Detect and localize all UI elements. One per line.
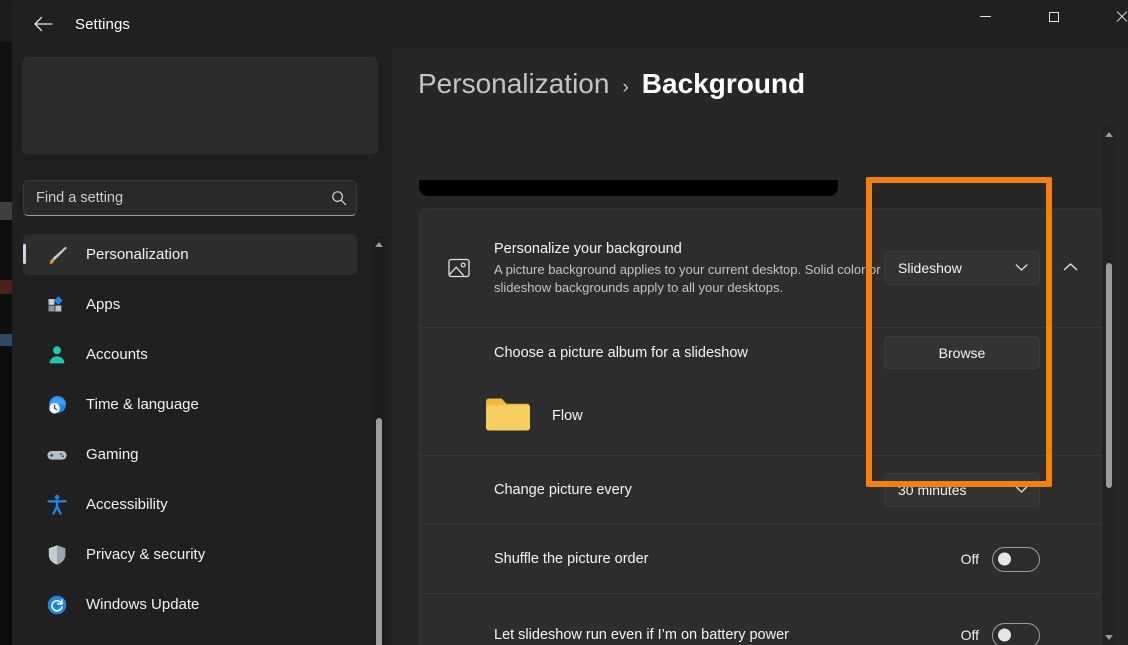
sidebar-item-label: Accounts: [86, 346, 148, 363]
personalize-background-row: Personalize your background A picture ba…: [420, 209, 1106, 327]
sidebar-item-accounts[interactable]: Accounts: [23, 334, 357, 375]
sidebar-item-label: Apps: [86, 296, 121, 313]
shuffle-picture-order-row: Shuffle the picture order Off: [420, 524, 1106, 593]
selected-album-name: Flow: [552, 408, 583, 424]
choose-album-title: Choose a picture album for a slideshow: [494, 344, 748, 361]
folder-icon: [484, 395, 532, 438]
sidebar-item-label: Privacy & security: [86, 546, 206, 563]
sidebar-item-privacy-security[interactable]: Privacy & security: [23, 534, 357, 575]
search-input[interactable]: [24, 190, 322, 206]
apps-grid-icon: [37, 285, 77, 325]
breadcrumb: Personalization › Background: [418, 68, 805, 100]
scroll-clip-mask: [412, 130, 1112, 180]
shuffle-toggle-group: Off: [961, 541, 1088, 577]
choose-album-row: Choose a picture album for a slideshow B…: [420, 327, 1106, 377]
sidebar-nav-list: Personalization Apps Accounts Time & lan…: [23, 234, 357, 645]
minimize-icon[interactable]: [962, 0, 1008, 33]
settings-cards: Personalize your background A picture ba…: [419, 208, 1107, 645]
battery-toggle-state: Off: [960, 627, 979, 643]
sidebar-item-label: Windows Update: [86, 596, 200, 613]
main-content: Personalization › Background Personalize…: [392, 48, 1128, 645]
sidebar-item-label: Personalization: [86, 246, 189, 263]
sidebar-item-time-language[interactable]: Time & language: [23, 384, 357, 425]
personalize-background-description: A picture background applies to your cur…: [494, 262, 881, 295]
choose-album-text: Choose a picture album for a slideshow: [440, 343, 884, 363]
battery-slideshow-title: Let slideshow run even if I’m on battery…: [494, 627, 789, 643]
personalize-background-controls: Slideshow: [884, 250, 1088, 286]
breadcrumb-separator-icon: ›: [622, 77, 629, 98]
change-picture-every-controls: 30 minutes: [884, 472, 1088, 508]
sidebar-item-apps[interactable]: Apps: [23, 284, 357, 325]
browse-button-label: Browse: [938, 344, 986, 361]
search-icon: [322, 181, 356, 215]
change-interval-dropdown[interactable]: 30 minutes: [884, 473, 1040, 507]
shuffle-picture-order-title: Shuffle the picture order: [494, 551, 649, 567]
shuffle-toggle[interactable]: [992, 546, 1040, 572]
sidebar-item-gaming[interactable]: Gaming: [23, 434, 357, 475]
page-title: Background: [641, 68, 806, 99]
change-interval-value: 30 minutes: [898, 482, 967, 498]
sidebar-item-windows-update[interactable]: Windows Update: [23, 584, 357, 625]
accessibility-icon: [37, 485, 77, 525]
selected-album-item[interactable]: Flow: [420, 377, 1106, 455]
sidebar-item-accessibility[interactable]: Accessibility: [23, 484, 357, 525]
chevron-down-icon: [1015, 259, 1028, 277]
account-card[interactable]: [22, 57, 378, 154]
desktop-background-sliver: [0, 0, 12, 645]
change-picture-every-title: Change picture every: [494, 482, 632, 498]
battery-slideshow-row: Let slideshow run even if I’m on battery…: [420, 593, 1106, 645]
main-scrollbar[interactable]: [1102, 126, 1116, 645]
personalize-background-title: Personalize your background: [494, 241, 682, 257]
expand-collapse-button[interactable]: [1052, 250, 1088, 286]
paintbrush-icon: [37, 235, 77, 275]
maximize-icon[interactable]: [1031, 0, 1077, 33]
shield-icon: [37, 535, 77, 575]
scroll-up-arrow-icon[interactable]: [372, 237, 386, 251]
background-type-dropdown[interactable]: Slideshow: [884, 251, 1040, 285]
battery-slideshow-text: Let slideshow run even if I’m on battery…: [440, 625, 961, 645]
personalize-background-text: Personalize your background A picture ba…: [478, 239, 884, 297]
person-icon: [37, 335, 77, 375]
sidebar-item-label: Gaming: [86, 446, 139, 463]
battery-toggle-group: Off: [961, 617, 1088, 645]
breadcrumb-parent-link[interactable]: Personalization: [418, 68, 609, 100]
choose-album-controls: Browse: [884, 335, 1088, 371]
sidebar-item-label: Accessibility: [86, 496, 168, 513]
change-picture-every-row: Change picture every 30 minutes: [420, 455, 1106, 524]
background-settings-card: Personalize your background A picture ba…: [419, 208, 1107, 645]
sidebar-item-personalization[interactable]: Personalization: [23, 234, 357, 275]
browse-button[interactable]: Browse: [884, 336, 1040, 369]
sidebar-item-label: Time & language: [86, 396, 199, 413]
shuffle-toggle-state: Off: [960, 551, 979, 567]
chevron-up-icon: [1063, 259, 1078, 277]
app-title: Settings: [75, 15, 130, 33]
settings-window: Settings Find a setting Personalization …: [12, 0, 1128, 645]
background-type-value: Slideshow: [898, 260, 962, 276]
chevron-down-icon: [1015, 481, 1028, 499]
change-picture-every-text: Change picture every: [440, 480, 884, 500]
sidebar: Personalization Apps: [12, 48, 392, 645]
search-input-container[interactable]: [23, 180, 357, 216]
sidebar-scrollbar-thumb[interactable]: [376, 418, 382, 645]
shuffle-picture-order-text: Shuffle the picture order: [440, 549, 961, 569]
close-icon[interactable]: [1098, 0, 1128, 33]
clock-globe-icon: [37, 385, 77, 425]
picture-icon: [440, 255, 478, 281]
refresh-icon: [37, 585, 77, 625]
title-bar: Settings: [12, 0, 1128, 48]
battery-toggle[interactable]: [992, 622, 1040, 645]
scroll-up-arrow-icon[interactable]: [1102, 127, 1116, 141]
sidebar-scrollbar[interactable]: [372, 236, 386, 645]
main-scrollbar-thumb[interactable]: [1106, 263, 1112, 488]
gamepad-icon: [37, 435, 77, 475]
back-arrow-icon[interactable]: [21, 8, 65, 40]
scroll-down-arrow-icon[interactable]: [1102, 630, 1116, 644]
